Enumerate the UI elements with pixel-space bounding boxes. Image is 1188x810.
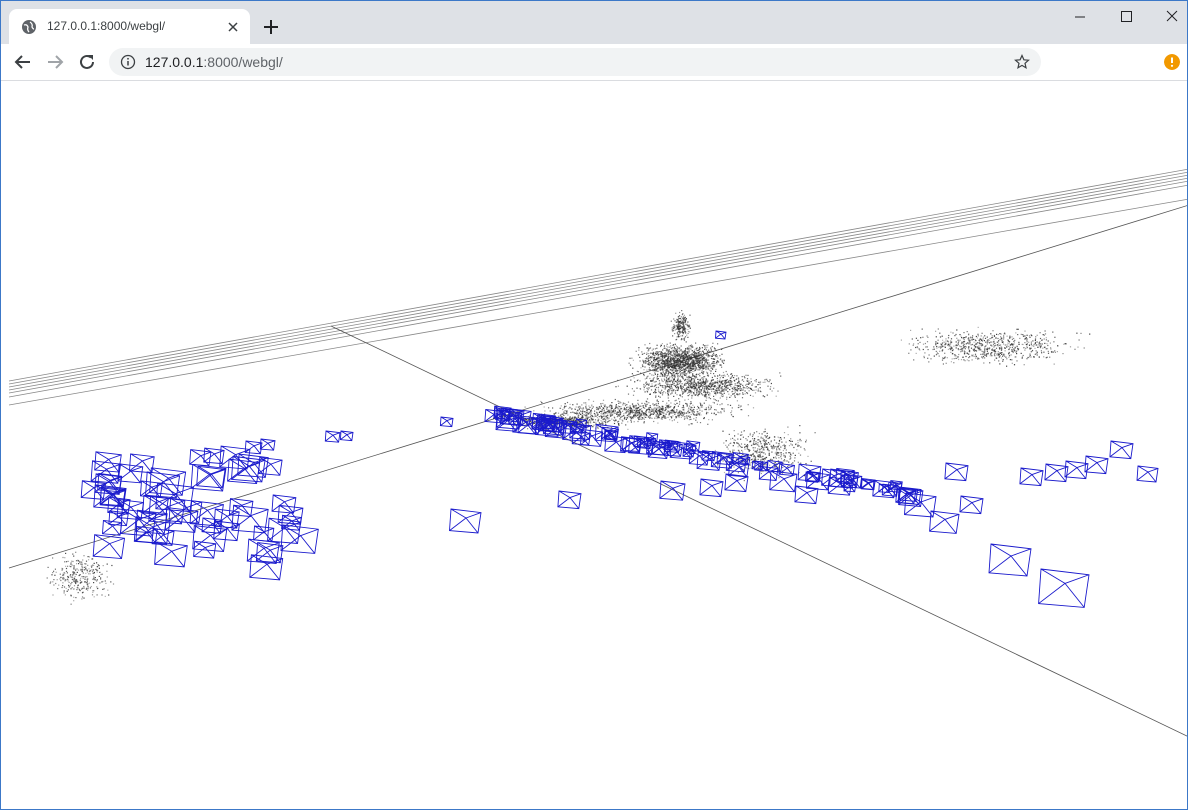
camera-frustum bbox=[715, 330, 727, 340]
camera-frustum bbox=[944, 462, 969, 482]
camera-frustum bbox=[449, 508, 482, 534]
camera-frustum bbox=[959, 495, 984, 515]
close-tab-icon[interactable] bbox=[225, 19, 241, 35]
camera-frustum bbox=[1064, 460, 1089, 480]
camera-frustum bbox=[203, 447, 225, 465]
grid-line bbox=[8, 177, 1187, 391]
camera-frustum bbox=[724, 473, 749, 493]
globe-icon bbox=[22, 20, 36, 34]
camera-frustum bbox=[244, 440, 263, 455]
camera-frustum bbox=[102, 519, 123, 536]
camera-frustum bbox=[246, 538, 280, 564]
camera-frustum bbox=[557, 490, 582, 510]
camera-frustum bbox=[1084, 455, 1109, 475]
camera-frustums bbox=[80, 330, 1159, 608]
grid-lines bbox=[8, 168, 1187, 737]
tab-title: 127.0.0.1:8000/webgl/ bbox=[47, 19, 166, 33]
camera-frustum bbox=[659, 480, 686, 501]
grid-line bbox=[8, 184, 1187, 398]
back-arrow-icon[interactable] bbox=[11, 50, 35, 74]
camera-frustum bbox=[259, 438, 276, 451]
browser-window: 127.0.0.1:8000/webgl/ 127.0.0.1:8000/web… bbox=[0, 0, 1188, 810]
forward-arrow-icon[interactable] bbox=[43, 50, 67, 74]
camera-frustum bbox=[794, 485, 819, 505]
camera-frustum bbox=[92, 534, 126, 560]
grid-line bbox=[8, 205, 1187, 569]
camera-frustum bbox=[988, 543, 1032, 577]
webgl-canvas[interactable] bbox=[1, 81, 1188, 810]
title-bar: 127.0.0.1:8000/webgl/ bbox=[1, 1, 1187, 44]
star-icon[interactable] bbox=[1014, 54, 1030, 70]
alert-icon[interactable] bbox=[1164, 54, 1180, 70]
info-icon[interactable] bbox=[120, 54, 136, 70]
camera-frustum bbox=[189, 449, 212, 467]
camera-frustum bbox=[192, 525, 228, 552]
camera-frustum bbox=[271, 494, 297, 514]
grid-line bbox=[8, 171, 1187, 385]
minimize-icon[interactable] bbox=[1057, 1, 1103, 33]
camera-frustum bbox=[439, 416, 454, 428]
camera-frustum bbox=[231, 504, 269, 534]
url-text[interactable]: 127.0.0.1:8000/webgl/ bbox=[145, 54, 283, 70]
camera-frustum bbox=[1136, 465, 1159, 483]
reload-icon[interactable] bbox=[75, 50, 99, 74]
new-tab-icon[interactable] bbox=[259, 15, 283, 39]
url-host: 127.0.0.1 bbox=[145, 54, 204, 70]
camera-frustum bbox=[249, 554, 284, 581]
maximize-icon[interactable] bbox=[1103, 1, 1149, 33]
browser-tab[interactable]: 127.0.0.1:8000/webgl/ bbox=[9, 9, 250, 44]
address-bar[interactable]: 127.0.0.1:8000/webgl/ bbox=[109, 48, 1041, 76]
grid-line bbox=[8, 198, 1187, 406]
browser-toolbar: 127.0.0.1:8000/webgl/ bbox=[1, 44, 1187, 81]
grid-line bbox=[8, 180, 1187, 394]
camera-frustum bbox=[1038, 568, 1090, 608]
close-icon[interactable] bbox=[1149, 1, 1188, 33]
camera-frustum bbox=[580, 428, 604, 447]
camera-frustum bbox=[699, 478, 724, 498]
camera-frustum bbox=[324, 430, 341, 443]
camera-frustum bbox=[1109, 440, 1134, 460]
point-cloud-scene[interactable] bbox=[1, 81, 1188, 810]
camera-frustum bbox=[339, 430, 354, 442]
point-cloud bbox=[46, 310, 1091, 605]
camera-frustum bbox=[1044, 463, 1069, 483]
camera-frustum bbox=[1019, 467, 1044, 487]
url-path: :8000/webgl/ bbox=[203, 54, 283, 70]
camera-frustum bbox=[253, 525, 275, 542]
camera-frustum bbox=[929, 510, 960, 534]
